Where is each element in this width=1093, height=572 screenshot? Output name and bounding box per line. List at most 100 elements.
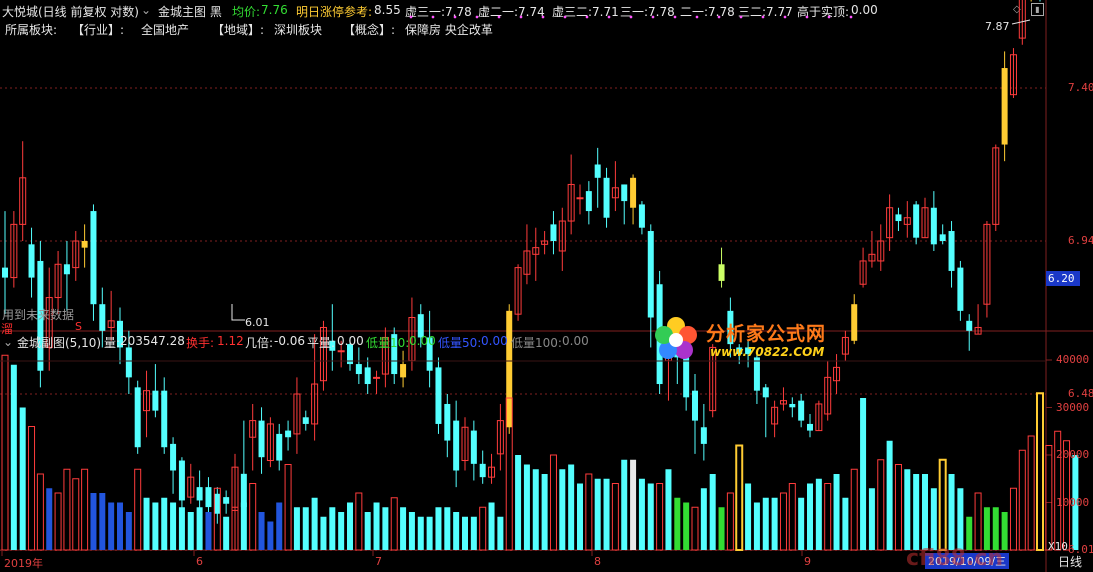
- volume-bar: [894, 464, 902, 551]
- candle-body: [63, 264, 70, 275]
- candle-body: [506, 310, 513, 428]
- candle-body: [1001, 68, 1008, 145]
- candle-body: [170, 443, 177, 471]
- volume-bar: [382, 507, 389, 550]
- chart-canvas[interactable]: [0, 0, 1093, 572]
- volume-bar: [621, 459, 628, 550]
- volume-tick-label: 20000: [1056, 448, 1090, 461]
- volume-bar: [974, 492, 982, 551]
- volume-bar: [302, 507, 309, 550]
- volume-bar: [726, 492, 734, 551]
- low10-value: 0.00: [409, 334, 436, 348]
- volume-bar: [143, 497, 150, 550]
- candle-body: [585, 191, 592, 212]
- volume-bar: [125, 512, 132, 550]
- period-tab[interactable]: 日线: [1058, 553, 1082, 570]
- volume-bar: [948, 474, 955, 550]
- volume-bar: [347, 502, 353, 550]
- volume-bar: [904, 469, 911, 550]
- candle-body: [851, 304, 858, 341]
- volume-bar: [99, 493, 106, 550]
- price-tick-label: 7.40: [1068, 81, 1093, 94]
- volume-bar: [81, 468, 89, 551]
- volume-bar: [1001, 512, 1008, 550]
- volume-bar: [611, 483, 619, 551]
- candle-body: [948, 231, 955, 271]
- volume-bar: [683, 502, 690, 550]
- candle-body: [302, 417, 309, 424]
- volume-bar: [249, 483, 257, 551]
- candle-body: [807, 423, 813, 431]
- x-axis-label: 6: [196, 555, 203, 568]
- volume-bar: [983, 507, 990, 550]
- volume-bar: [515, 455, 522, 550]
- candle-body: [895, 214, 902, 222]
- candle-body: [134, 387, 141, 448]
- volume-bar: [46, 488, 53, 550]
- volume-bar: [258, 512, 265, 550]
- candle-body: [913, 204, 920, 238]
- volume-bar: [938, 458, 947, 551]
- candle-body: [81, 241, 88, 248]
- volume-tick-label: 10000: [1056, 495, 1090, 509]
- volume-bar: [320, 516, 327, 550]
- ratio-label: 几倍:: [245, 336, 274, 350]
- volume-bar: [585, 473, 593, 551]
- volume-unit: X10: [1048, 540, 1068, 553]
- volume-bar: [745, 483, 752, 550]
- volume-bar: [1, 354, 9, 551]
- volume-bar: [390, 497, 398, 551]
- turnover-label: 换手:: [186, 336, 215, 350]
- volume-bar: [886, 440, 893, 550]
- candle-body: [205, 487, 212, 508]
- candle-body: [930, 207, 937, 245]
- volume-bar: [877, 459, 885, 551]
- low-annotation: 6.01: [245, 316, 270, 329]
- candle-body: [692, 390, 698, 421]
- flat-label: 平量:: [307, 336, 336, 350]
- volume-bar: [541, 474, 548, 550]
- candle-body: [364, 367, 371, 385]
- volume-bar: [1036, 392, 1044, 551]
- volume-bar: [408, 512, 415, 550]
- candle-body: [178, 460, 185, 501]
- volume-bar: [559, 469, 566, 550]
- candle-body: [285, 430, 292, 438]
- candle-body: [470, 430, 477, 464]
- candle-body: [957, 267, 964, 311]
- volume-bar: [957, 488, 964, 550]
- candle-body: [621, 184, 628, 202]
- candle-body: [99, 304, 106, 331]
- volume-bar: [355, 492, 363, 551]
- logo-url: www.70822.COM: [710, 345, 825, 359]
- candle-body: [373, 376, 381, 379]
- volume-bar: [329, 507, 336, 550]
- volume-bar: [417, 516, 424, 550]
- volume-bar: [479, 506, 487, 551]
- volume-bar: [824, 483, 832, 551]
- sub-title[interactable]: 金城副图(5,10): [17, 334, 101, 351]
- current-price-box: 6.20: [1046, 271, 1080, 286]
- volume-bar: [779, 492, 787, 551]
- volume-bar: [19, 407, 26, 550]
- volume-bar: [638, 478, 645, 550]
- volume-bar: [674, 497, 681, 550]
- volume-bar: [549, 454, 557, 551]
- candle-body: [966, 320, 973, 331]
- volume-bar: [311, 497, 318, 550]
- chevron-down-icon[interactable]: ⌄: [3, 335, 13, 349]
- turnover-value: 1.12: [217, 334, 244, 348]
- volume-bar: [735, 444, 744, 551]
- volume-bar: [788, 483, 796, 551]
- volume-bar: [426, 516, 433, 550]
- volume-bar: [930, 488, 937, 550]
- volume-bar: [338, 512, 345, 550]
- volume-bar: [860, 398, 867, 550]
- volume-bar: [807, 483, 813, 550]
- volume-bar: [718, 507, 725, 550]
- candle-body: [647, 231, 654, 318]
- x-axis-label: 9: [804, 555, 811, 568]
- volume-bar: [497, 516, 504, 550]
- volume-bar: [276, 502, 283, 550]
- candle-body: [594, 164, 601, 178]
